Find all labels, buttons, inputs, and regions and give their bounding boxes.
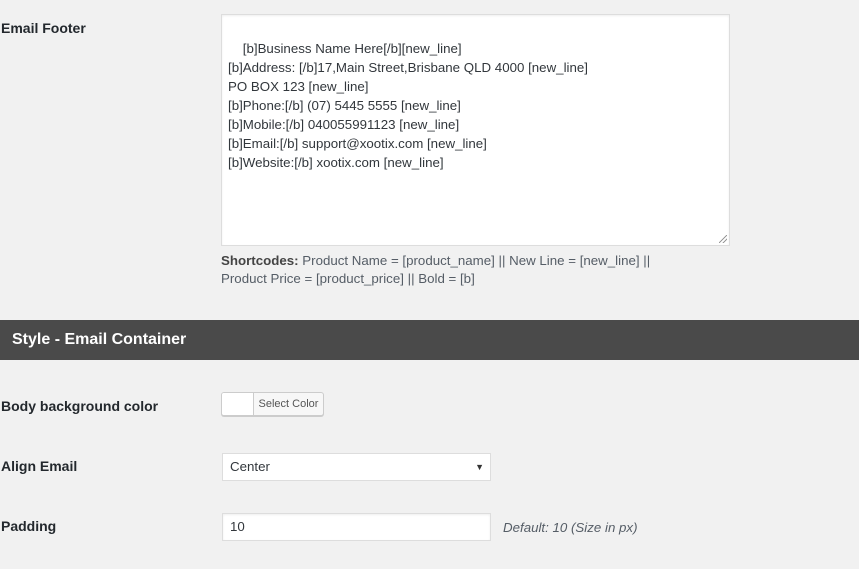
padding-input[interactable]: 10	[222, 513, 491, 541]
shortcodes-help: Shortcodes: Product Name = [product_name…	[221, 252, 691, 288]
body-background-label: Body background color	[1, 398, 159, 414]
dropdown-arrow-icon: ▼	[475, 462, 484, 472]
email-footer-text: [b]Business Name Here[/b][new_line] [b]A…	[228, 41, 588, 170]
settings-page: Email Footer [b]Business Name Here[/b][n…	[0, 0, 859, 569]
select-color-button[interactable]: Select Color	[221, 392, 324, 416]
color-swatch[interactable]	[222, 393, 254, 415]
resize-grip-icon[interactable]	[719, 235, 727, 243]
email-footer-textarea[interactable]: [b]Business Name Here[/b][new_line] [b]A…	[221, 14, 730, 246]
section-title: Style - Email Container	[12, 331, 187, 348]
section-header: Style - Email Container	[0, 320, 859, 360]
padding-label: Padding	[1, 518, 57, 534]
align-email-value: Center	[230, 459, 270, 474]
shortcodes-label: Shortcodes:	[221, 253, 299, 268]
email-footer-label: Email Footer	[1, 20, 86, 36]
align-email-select[interactable]: Center ▼	[222, 453, 491, 481]
align-email-label: Align Email	[1, 458, 78, 474]
padding-hint: Default: 10 (Size in px)	[503, 520, 638, 535]
select-color-label: Select Color	[258, 398, 319, 410]
